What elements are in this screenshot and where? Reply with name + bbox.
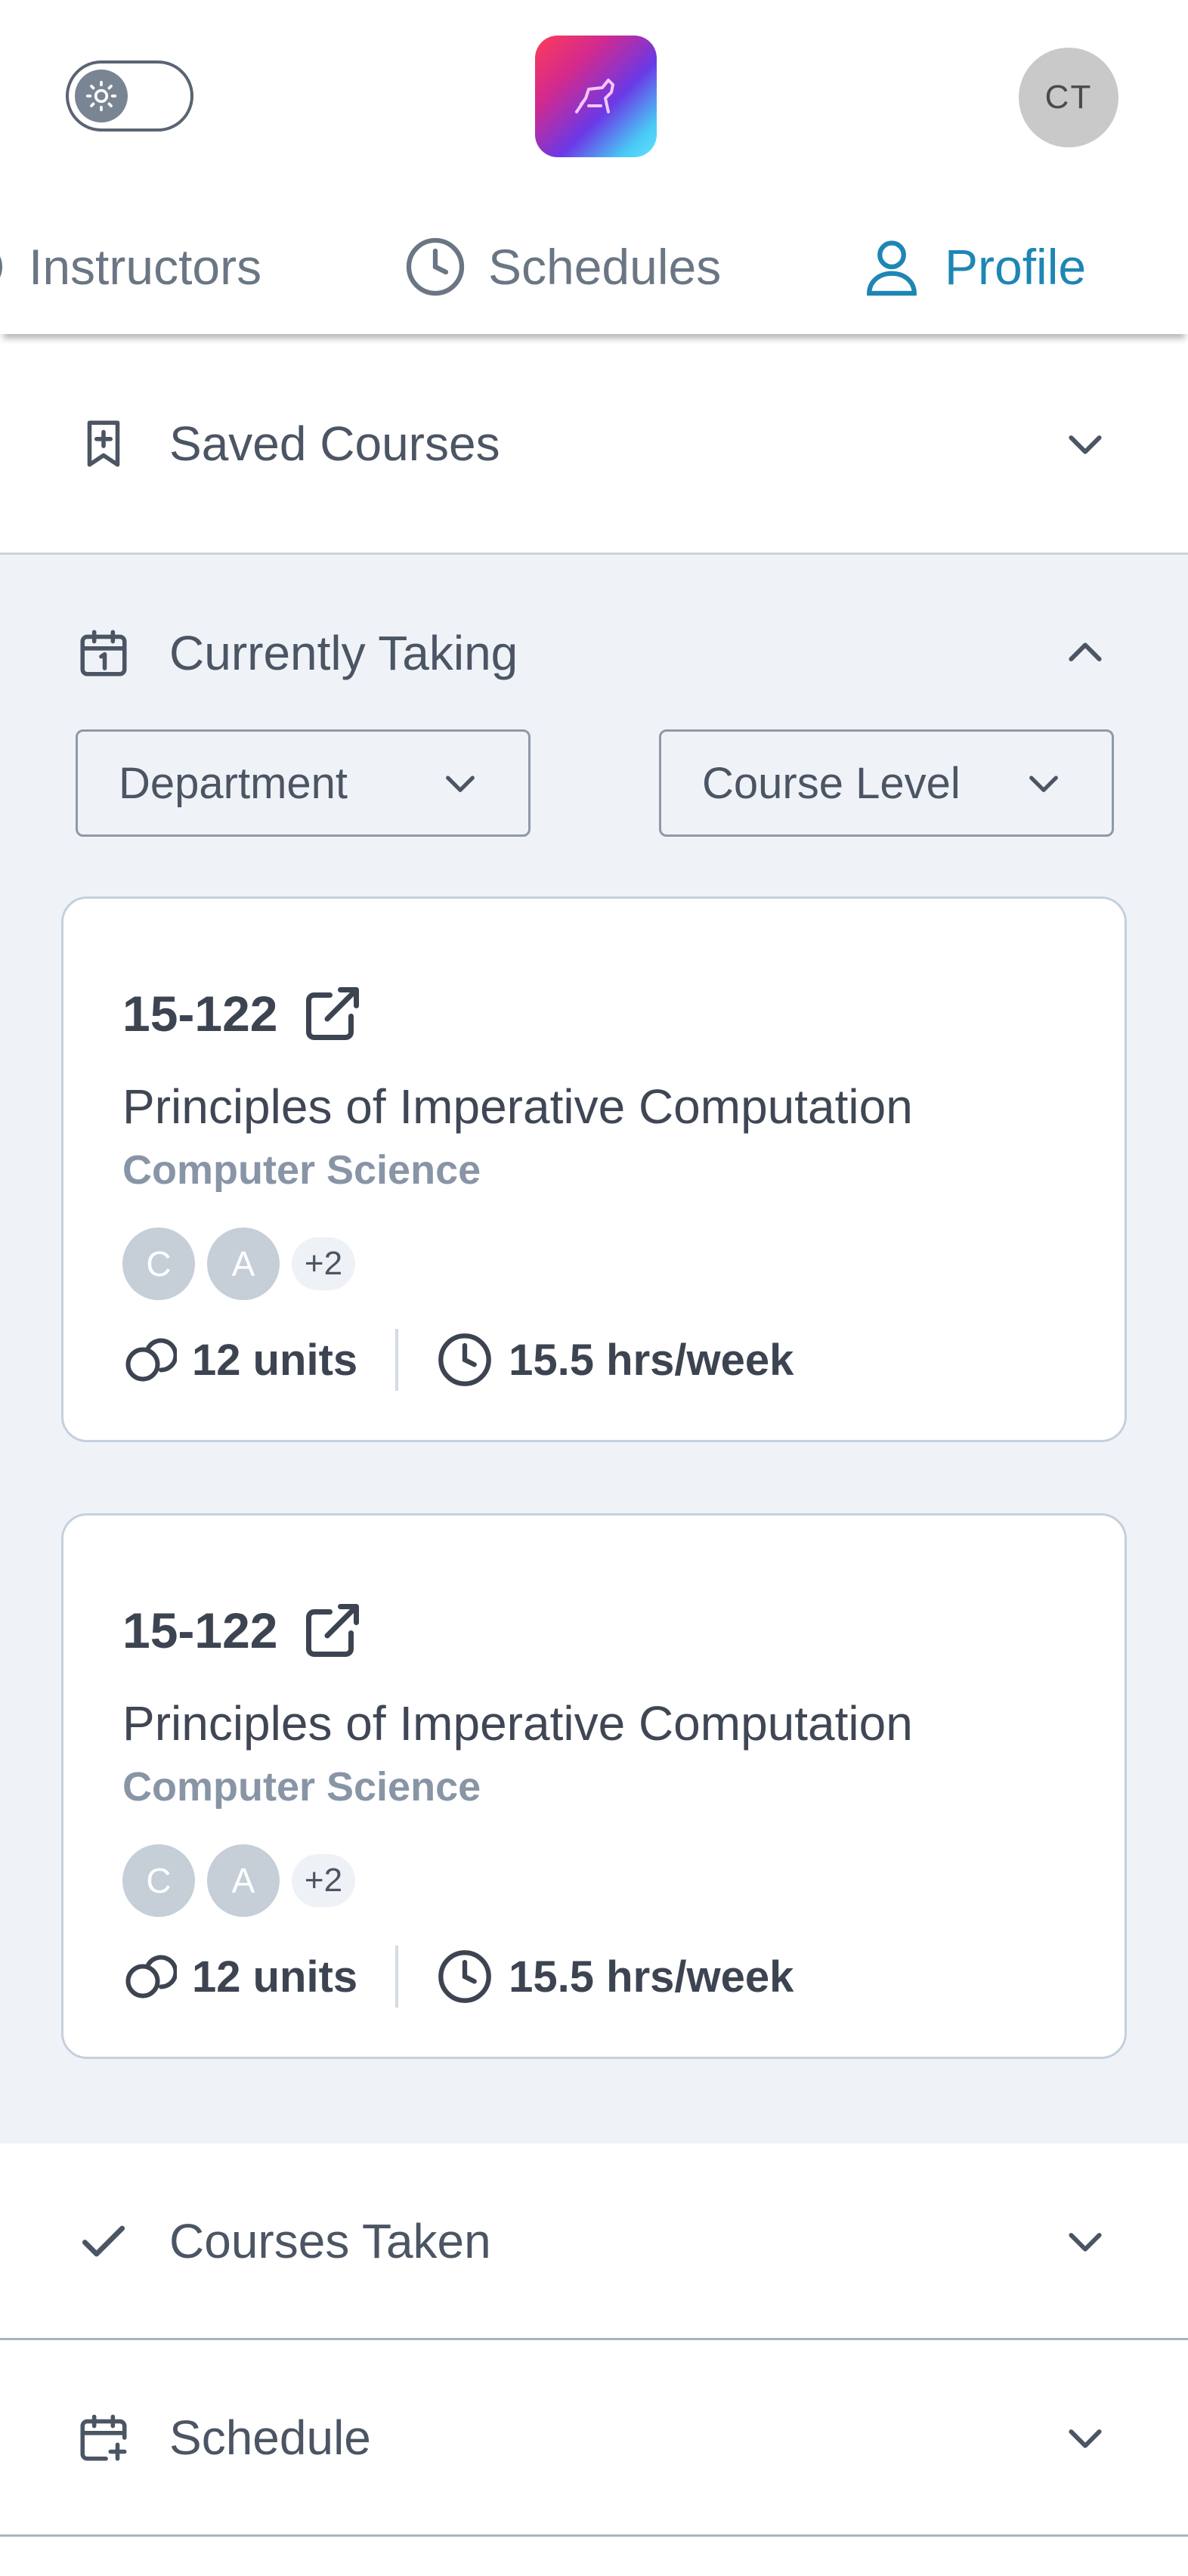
sun-icon <box>75 70 128 122</box>
course-code-row: 15-122 <box>122 1599 364 1662</box>
user-icon <box>867 240 917 296</box>
instructor-avatar[interactable]: C <box>122 1844 195 1917</box>
section-title: Courses Taken <box>169 2213 491 2268</box>
section-currently-taking[interactable]: Currently Taking <box>0 555 1188 751</box>
course-card[interactable]: 15-122 Principles of Imperative Computat… <box>61 896 1127 1442</box>
section-title: Currently Taking <box>169 626 518 680</box>
course-units: 12 units <box>192 1952 358 2002</box>
section-courses-taken[interactable]: Courses Taken <box>0 2144 1188 2340</box>
instructors-icon <box>0 256 2 277</box>
theme-toggle[interactable] <box>66 60 193 132</box>
section-saved-courses[interactable]: Saved Courses <box>0 334 1188 555</box>
course-name: Principles of Imperative Computation <box>122 1079 913 1134</box>
chevron-down-icon[interactable] <box>1061 2217 1109 2265</box>
top-bar: CT <box>0 0 1188 195</box>
external-link-icon[interactable] <box>301 982 364 1045</box>
course-code-row: 15-122 <box>122 982 364 1045</box>
user-avatar[interactable]: CT <box>1019 48 1118 147</box>
instructor-avatars: C A +2 <box>122 1844 355 1917</box>
main-nav-tabs: Instructors Schedules Profile <box>0 195 1188 334</box>
units-icon <box>125 1338 177 1382</box>
check-icon <box>82 2225 125 2256</box>
course-level-filter[interactable]: Course Level <box>659 729 1114 837</box>
course-code: 15-122 <box>122 986 278 1042</box>
chevron-down-icon <box>1029 776 1058 792</box>
more-instructors-badge[interactable]: +2 <box>292 1237 355 1290</box>
units-icon <box>125 1955 177 1999</box>
calendar-icon <box>80 630 127 677</box>
department-filter[interactable]: Department <box>76 729 531 837</box>
chevron-up-icon[interactable] <box>1061 629 1109 677</box>
external-link-icon[interactable] <box>301 1599 364 1662</box>
chevron-down-icon <box>446 776 475 792</box>
course-units: 12 units <box>192 1335 358 1385</box>
instructor-avatar[interactable]: A <box>207 1844 280 1917</box>
course-hours: 15.5 hrs/week <box>509 1335 794 1385</box>
tab-label: Instructors <box>29 239 262 295</box>
course-meta: 12 units 15.5 hrs/week <box>122 1329 794 1391</box>
section-title: Saved Courses <box>169 416 500 471</box>
instructor-avatar[interactable]: A <box>207 1228 280 1300</box>
course-hours: 15.5 hrs/week <box>509 1952 794 2002</box>
meta-divider <box>395 1329 399 1391</box>
chevron-down-icon[interactable] <box>1061 420 1109 468</box>
meta-divider <box>395 1946 399 2008</box>
course-name: Principles of Imperative Computation <box>122 1696 913 1751</box>
tab-profile[interactable]: Profile <box>860 233 1086 301</box>
course-card[interactable]: 15-122 Principles of Imperative Computat… <box>61 1513 1127 2059</box>
more-instructors-badge[interactable]: +2 <box>292 1854 355 1907</box>
course-department: Computer Science <box>122 1764 481 1810</box>
bookmark-plus-icon <box>87 420 120 467</box>
section-title: Schedule <box>169 2410 371 2465</box>
chevron-down-icon[interactable] <box>1061 2413 1109 2462</box>
calendar-plus-icon <box>80 2413 127 2461</box>
department-filter-label: Department <box>119 758 348 808</box>
course-meta: 12 units 15.5 hrs/week <box>122 1946 794 2008</box>
clock-icon <box>406 237 465 296</box>
section-schedule[interactable]: Schedule <box>0 2340 1188 2537</box>
course-level-filter-label: Course Level <box>702 758 961 808</box>
tab-schedules[interactable]: Schedules <box>404 233 721 301</box>
instructor-avatars: C A +2 <box>122 1228 355 1300</box>
tab-instructors[interactable]: Instructors <box>0 233 261 301</box>
instructor-avatar[interactable]: C <box>122 1228 195 1300</box>
user-initials: CT <box>1044 79 1093 116</box>
tab-label: Schedules <box>488 239 722 295</box>
clock-icon <box>438 1950 492 2003</box>
app-logo-icon[interactable] <box>535 36 657 157</box>
tab-label: Profile <box>945 239 1087 295</box>
clock-icon <box>438 1333 492 1386</box>
course-code: 15-122 <box>122 1602 278 1658</box>
course-department: Computer Science <box>122 1147 481 1193</box>
